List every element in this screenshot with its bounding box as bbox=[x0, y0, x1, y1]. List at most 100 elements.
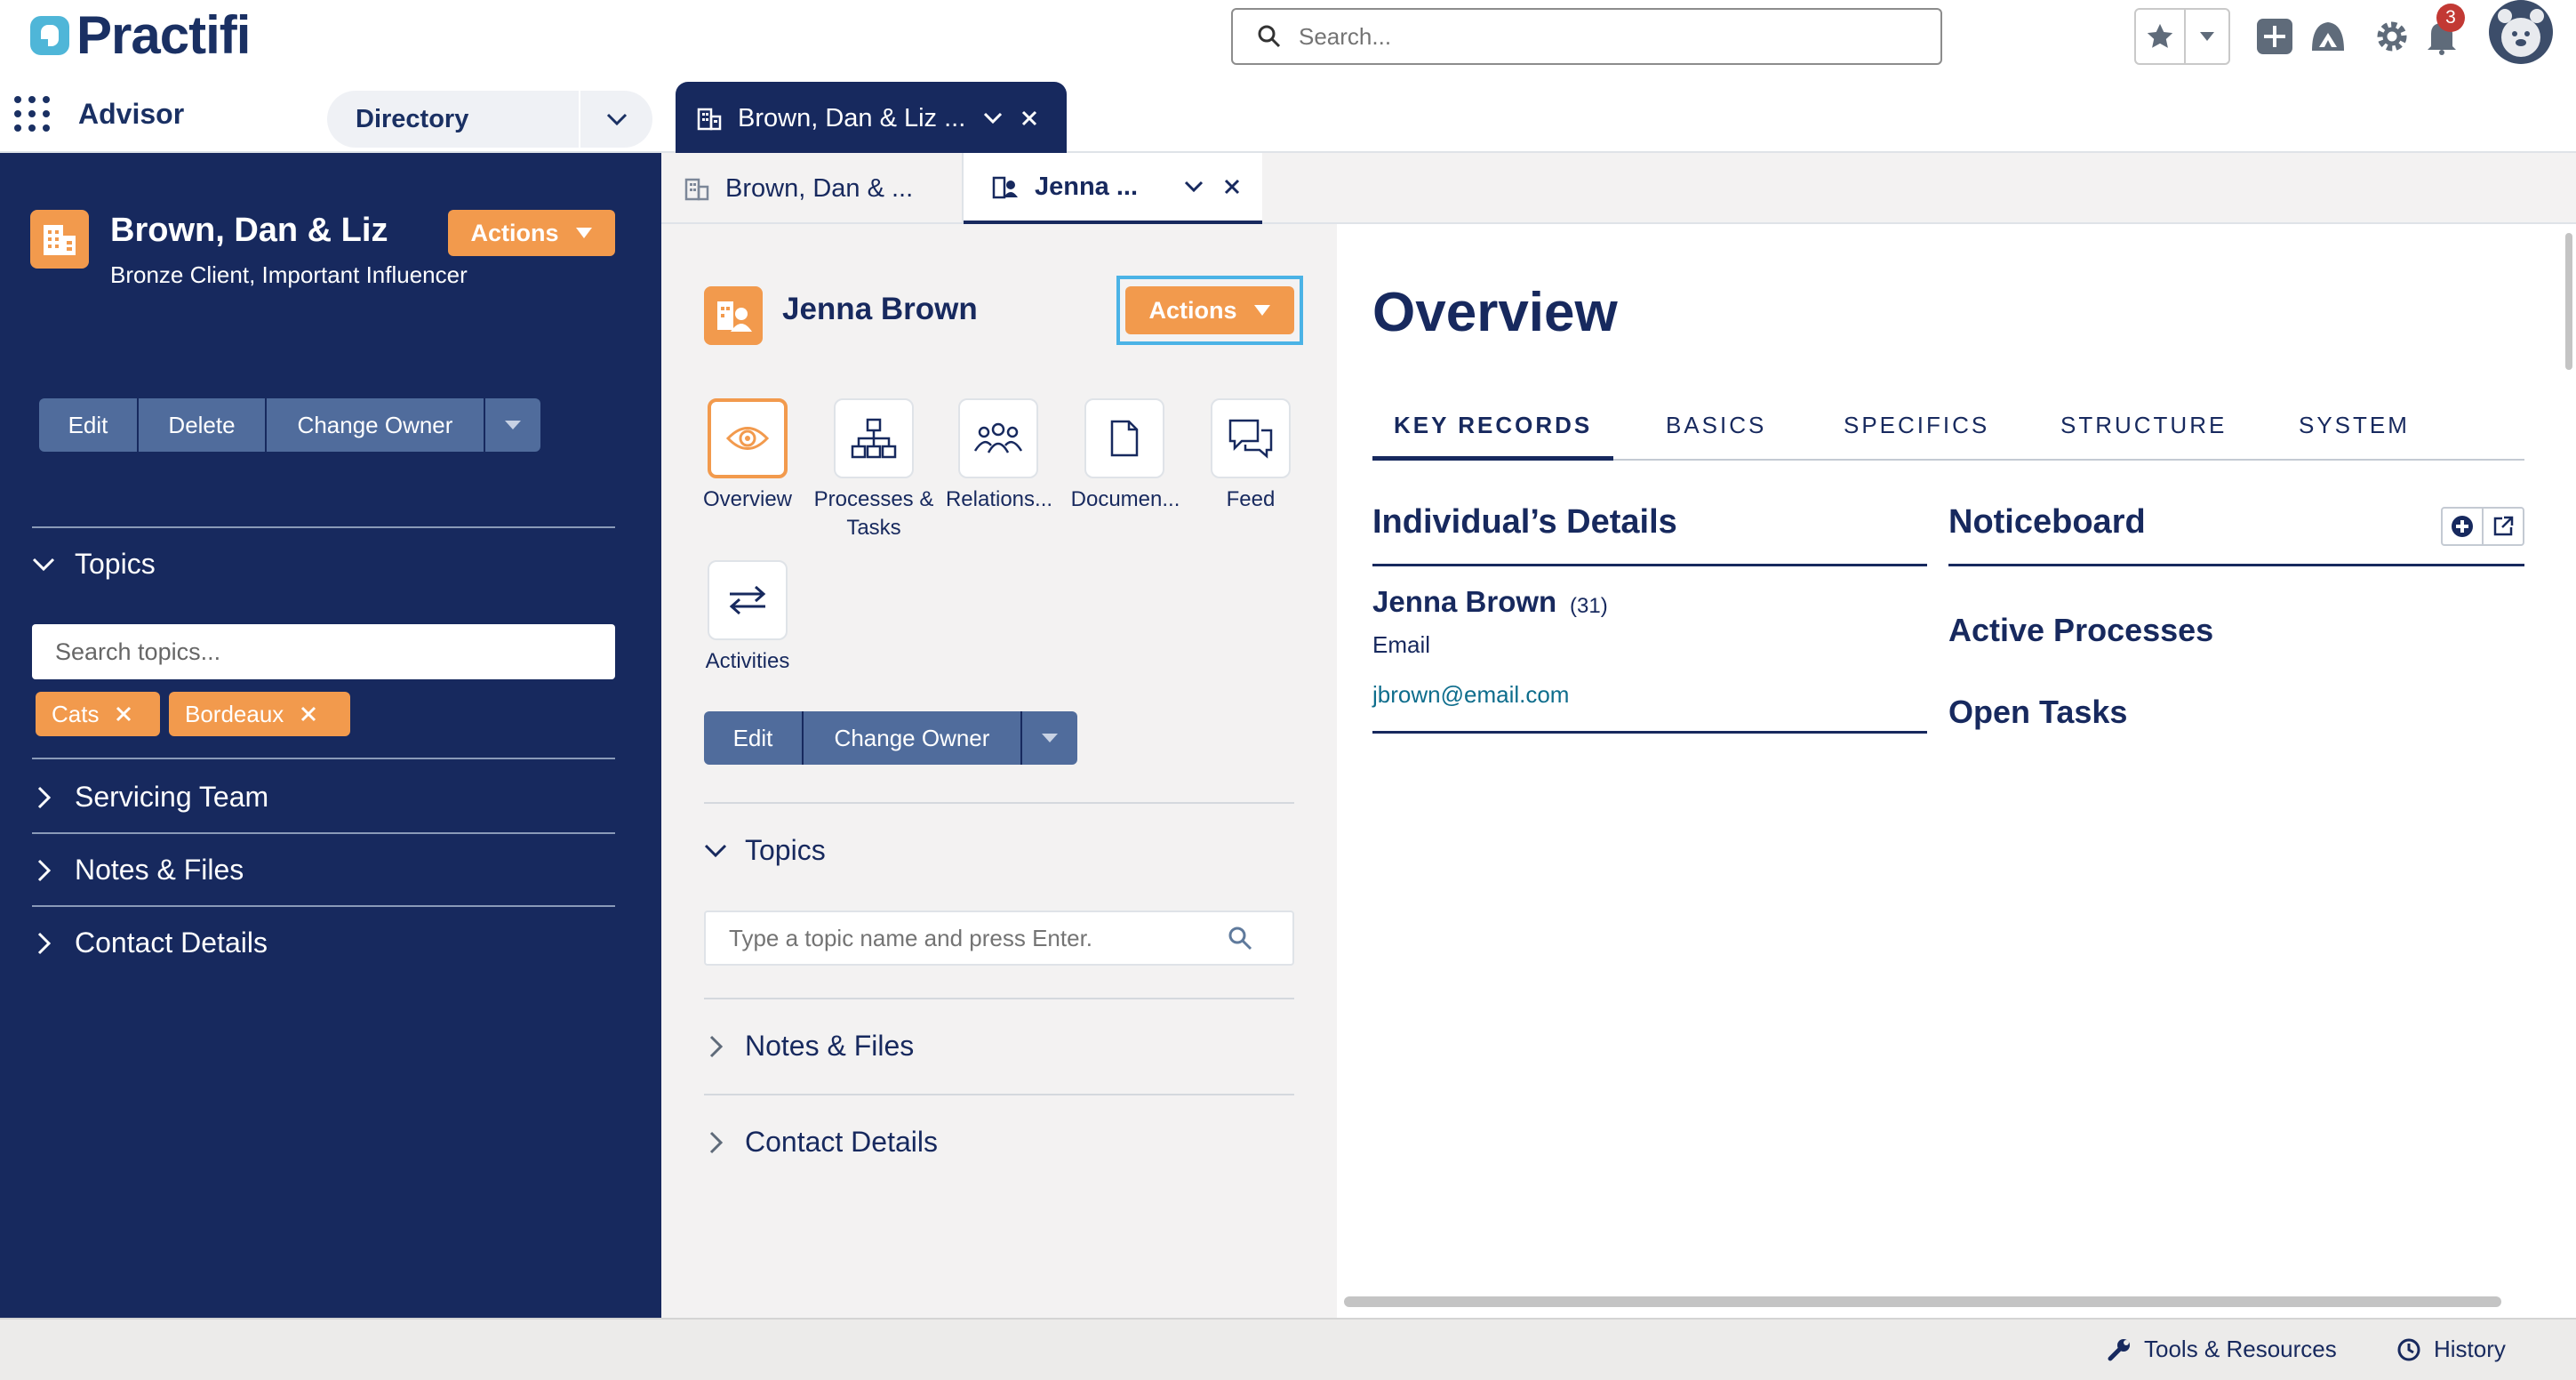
favorites-button[interactable] bbox=[2136, 10, 2186, 63]
tab-structure[interactable]: STRUCTURE bbox=[2060, 405, 2227, 461]
change-owner-button[interactable]: Change Owner bbox=[267, 398, 485, 452]
divider bbox=[1372, 564, 1927, 566]
household-button-group: Edit Delete Change Owner bbox=[39, 398, 540, 452]
individual-detail-name: Jenna Brown bbox=[1372, 585, 1557, 618]
topic-entry-field[interactable] bbox=[704, 911, 1294, 966]
divider bbox=[1372, 731, 1927, 734]
tab-key-records[interactable]: KEY RECORDS bbox=[1372, 405, 1614, 461]
favorites-group bbox=[2134, 8, 2230, 65]
directory-dropdown[interactable] bbox=[580, 91, 652, 148]
directory-selector[interactable]: Directory bbox=[327, 91, 652, 148]
wrench-icon bbox=[2108, 1338, 2130, 1360]
topics-section-toggle[interactable]: Topics bbox=[704, 834, 826, 867]
chevron-down-icon bbox=[606, 113, 627, 125]
open-noticeboard-button[interactable] bbox=[2484, 509, 2523, 544]
topics-search-input[interactable] bbox=[32, 624, 615, 679]
chevron-down-icon[interactable] bbox=[1184, 181, 1204, 193]
email-label: Email bbox=[1372, 631, 1431, 658]
documents-tile[interactable] bbox=[1084, 398, 1164, 478]
email-link[interactable]: jbrown@email.com bbox=[1372, 681, 1569, 709]
more-actions-button[interactable] bbox=[485, 398, 540, 452]
activities-tile[interactable] bbox=[708, 560, 788, 640]
vertical-scrollbar[interactable] bbox=[2565, 233, 2572, 370]
topic-chip-label: Cats bbox=[52, 700, 100, 727]
subtab-bar: Brown, Dan & ... Jenna ... bbox=[661, 153, 2576, 224]
actions-label: Actions bbox=[470, 219, 559, 246]
subtab-brown-household[interactable]: Brown, Dan & ... bbox=[684, 153, 964, 224]
relationships-tile[interactable] bbox=[958, 398, 1038, 478]
app-launcher-icon[interactable] bbox=[14, 96, 50, 132]
individual-name: Jenna Brown bbox=[782, 292, 978, 326]
document-icon bbox=[1110, 420, 1139, 457]
overview-tile[interactable] bbox=[708, 398, 788, 478]
tab-system[interactable]: SYSTEM bbox=[2299, 405, 2410, 461]
close-icon[interactable] bbox=[1223, 178, 1241, 196]
history-button[interactable]: History bbox=[2396, 1336, 2506, 1363]
topic-chip-cats: Cats bbox=[36, 692, 160, 736]
tools-label: Tools & Resources bbox=[2144, 1336, 2337, 1362]
remove-topic-icon[interactable] bbox=[115, 705, 132, 723]
delete-button[interactable]: Delete bbox=[139, 398, 267, 452]
change-owner-button[interactable]: Change Owner bbox=[804, 711, 1022, 765]
notes-files-section-toggle[interactable]: Notes & Files bbox=[704, 1030, 914, 1063]
overview-tabs: KEY RECORDS BASICS SPECIFICS STRUCTURE S… bbox=[1372, 405, 2524, 461]
directory-label[interactable]: Directory bbox=[327, 91, 580, 148]
building-icon bbox=[44, 225, 76, 255]
topics-section-toggle[interactable]: Topics bbox=[32, 548, 156, 581]
servicing-team-section-toggle[interactable]: Servicing Team bbox=[32, 781, 268, 814]
tools-resources-button[interactable]: Tools & Resources bbox=[2107, 1336, 2337, 1363]
household-actions-button[interactable]: Actions bbox=[448, 210, 615, 256]
caret-down-icon bbox=[1042, 734, 1058, 742]
chevron-down-icon[interactable] bbox=[983, 112, 1003, 124]
global-actions-button[interactable] bbox=[2254, 16, 2295, 57]
star-icon bbox=[2147, 23, 2173, 48]
section-label: Servicing Team bbox=[75, 781, 269, 813]
household-name: Brown, Dan & Liz bbox=[110, 212, 388, 249]
global-header: Practifi 3 bbox=[0, 0, 2576, 75]
app-name: Advisor bbox=[78, 98, 185, 130]
close-icon[interactable] bbox=[1020, 109, 1038, 127]
add-notice-button[interactable] bbox=[2443, 509, 2484, 544]
practifi-logo[interactable]: Practifi bbox=[27, 9, 251, 62]
chevron-right-icon bbox=[37, 786, 52, 808]
edit-button[interactable]: Edit bbox=[39, 398, 139, 452]
remove-topic-icon[interactable] bbox=[300, 705, 317, 723]
user-avatar[interactable] bbox=[2489, 0, 2553, 64]
workspace-tab-brown-household[interactable]: Brown, Dan & Liz ... bbox=[676, 82, 1067, 155]
divider bbox=[32, 905, 615, 907]
feed-tile[interactable] bbox=[1211, 398, 1291, 478]
global-search[interactable] bbox=[1231, 8, 1942, 65]
trailhead-button[interactable] bbox=[2308, 16, 2348, 57]
household-subtitle: Bronze Client, Important Influencer bbox=[110, 261, 468, 288]
search-input[interactable] bbox=[1299, 22, 1921, 51]
contact-details-section-toggle[interactable]: Contact Details bbox=[704, 1126, 938, 1159]
chevron-right-icon bbox=[709, 1131, 724, 1153]
more-actions-button[interactable] bbox=[1022, 711, 1077, 765]
tab-specifics[interactable]: SPECIFICS bbox=[1844, 405, 1989, 461]
divider bbox=[32, 832, 615, 834]
page-title: Overview bbox=[1372, 282, 1618, 343]
individual-age: (31) bbox=[1570, 594, 1608, 618]
tab-basics[interactable]: BASICS bbox=[1666, 405, 1766, 461]
settings-button[interactable] bbox=[2372, 16, 2412, 57]
chevron-down-icon bbox=[32, 558, 55, 571]
topics-label: Topics bbox=[75, 548, 156, 580]
horizontal-scrollbar[interactable] bbox=[1344, 1296, 2501, 1307]
individual-details-heading: Individual’s Details bbox=[1372, 503, 1677, 541]
noticeboard-heading: Noticeboard bbox=[1948, 503, 2146, 541]
topic-entry-input[interactable] bbox=[729, 924, 1227, 952]
caret-down-icon bbox=[2200, 32, 2214, 41]
individual-actions-button[interactable]: Actions bbox=[1125, 286, 1294, 334]
favorites-dropdown[interactable] bbox=[2186, 10, 2228, 63]
subtab-jenna[interactable]: Jenna ... bbox=[964, 153, 1262, 224]
processes-tasks-tile[interactable] bbox=[834, 398, 914, 478]
notes-files-section-toggle[interactable]: Notes & Files bbox=[32, 854, 244, 887]
people-icon bbox=[973, 422, 1023, 453]
edit-button[interactable]: Edit bbox=[704, 711, 804, 765]
contact-details-section-toggle[interactable]: Contact Details bbox=[32, 927, 268, 959]
subtab-label: Jenna ... bbox=[1035, 172, 1139, 201]
noticeboard-actions bbox=[2441, 507, 2524, 546]
individual-record-icon bbox=[704, 286, 763, 345]
section-label: Notes & Files bbox=[745, 1030, 915, 1062]
topics-label: Topics bbox=[745, 834, 826, 866]
